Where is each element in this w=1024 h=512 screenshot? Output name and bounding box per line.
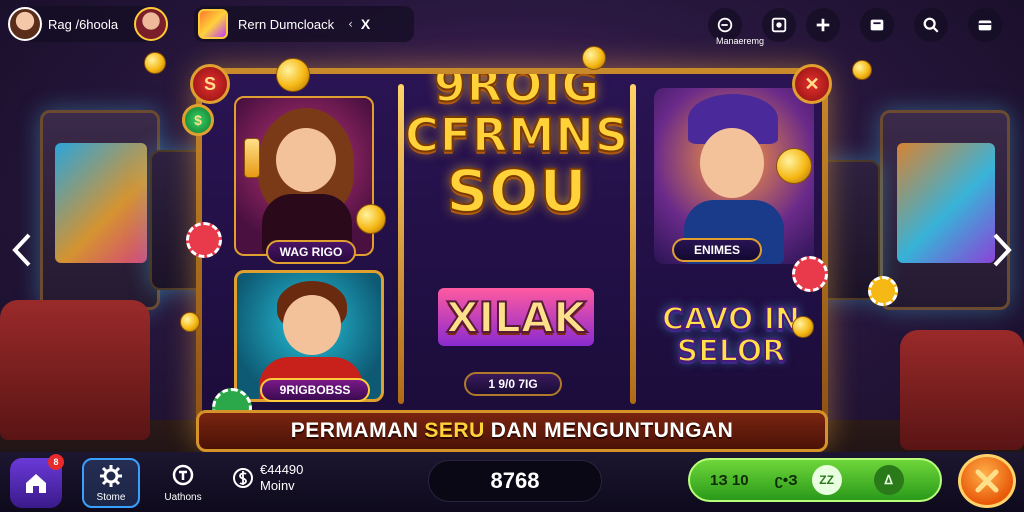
user-name: Rag /6hoola bbox=[48, 16, 119, 32]
home-icon bbox=[26, 474, 46, 493]
banner-text: DAN MENGUNTUNGAN bbox=[490, 419, 734, 442]
promo-banner: PERMAMAN SERU DAN MENGUNTUNGAN bbox=[196, 410, 828, 452]
bottom-nav-bar: 8 Stome Uathons €44490 Moinv 8768 1З 10 … bbox=[0, 452, 1024, 512]
score-display: 8768 bbox=[428, 460, 602, 502]
nav-label: Uathons bbox=[164, 492, 202, 503]
pill-knob-icon[interactable]: ZZ bbox=[811, 465, 842, 495]
room-thumbnail bbox=[198, 9, 228, 39]
room-title: Rern Dumcloack bbox=[238, 16, 335, 32]
banner-highlight: SERU bbox=[424, 419, 485, 442]
xilak-logo: XILAK bbox=[438, 288, 594, 346]
trophy-icon bbox=[172, 464, 194, 486]
share-icon[interactable]: ‹ bbox=[348, 17, 353, 31]
chair-left bbox=[0, 300, 150, 440]
coin-icon bbox=[776, 148, 812, 184]
coin-icon bbox=[180, 312, 200, 332]
logo-line: SELOR bbox=[676, 334, 787, 369]
nav-item-store[interactable]: Stome bbox=[82, 458, 140, 508]
top-bar: Rag /6hoola Rern Dumcloack ‹ X Manaeremg bbox=[0, 0, 1024, 48]
pill-value: ʗ•З bbox=[774, 471, 798, 489]
chair-right bbox=[900, 330, 1024, 450]
next-arrow-icon[interactable] bbox=[988, 230, 1016, 270]
wallet-icon[interactable] bbox=[968, 8, 1002, 42]
nav-item-uathons[interactable]: Uathons bbox=[154, 458, 212, 508]
game-card-label: ENIMES bbox=[672, 238, 762, 262]
arcade-machine-right bbox=[880, 110, 1010, 310]
close-icon bbox=[975, 469, 999, 493]
arcade-machine-left bbox=[40, 110, 160, 310]
board-panel: WAG RIGO 9RIGBOBSS 9ROIG CFRMNS SOU XILA… bbox=[202, 74, 822, 442]
add-icon[interactable] bbox=[806, 8, 840, 42]
notification-badge: 8 bbox=[48, 454, 64, 470]
game-card-label: WAG RIGO bbox=[266, 240, 356, 264]
pill-value: 1З 10 bbox=[710, 471, 749, 489]
title-line: CFRMNS bbox=[404, 108, 629, 162]
casino-chip-icon bbox=[792, 256, 828, 292]
game-card-cavo-in-selor[interactable]: CAVO IN SELOR bbox=[648, 286, 814, 406]
close-icon[interactable]: X bbox=[361, 16, 370, 32]
coin-icon bbox=[792, 316, 814, 338]
close-button[interactable] bbox=[958, 454, 1016, 508]
character-face bbox=[276, 128, 336, 192]
game-card-woman[interactable] bbox=[234, 96, 374, 256]
friend-avatar[interactable] bbox=[134, 7, 168, 41]
balance-amount: €44490 bbox=[260, 462, 304, 477]
previous-arrow-icon[interactable] bbox=[8, 230, 36, 270]
game-card-label: 9RIGBOBSS bbox=[260, 378, 370, 402]
gear-icon bbox=[100, 465, 122, 487]
emblem-right-icon: ✕ bbox=[792, 64, 832, 104]
banner-text: PERMAMAN bbox=[290, 419, 419, 442]
logo-line: CAVO IN bbox=[661, 302, 801, 337]
leaf-coin-icon: $ bbox=[182, 104, 214, 136]
nav-label: Stome bbox=[96, 492, 126, 503]
arcade-machine-right-far bbox=[820, 160, 880, 300]
balance-display[interactable]: €44490 Moinv bbox=[232, 462, 303, 494]
balance-label: Moinv bbox=[260, 478, 295, 493]
avatar[interactable] bbox=[8, 7, 42, 41]
play-toggle-pill[interactable]: 1З 10 ʗ•З ZZ ᐃ bbox=[688, 458, 942, 502]
search-icon[interactable] bbox=[914, 8, 948, 42]
coin-icon bbox=[356, 204, 386, 234]
user-profile-chip[interactable]: Rag /6hoola bbox=[8, 6, 168, 42]
dollar-icon bbox=[233, 468, 253, 488]
title-line: SOU bbox=[445, 157, 588, 225]
cavo-logo: CAVO IN SELOR bbox=[652, 302, 810, 369]
pill-knob-icon[interactable]: ᐃ bbox=[873, 465, 904, 495]
character-face bbox=[283, 295, 341, 355]
game-promo-board[interactable]: WAG RIGO 9RIGBOBSS 9ROIG CFRMNS SOU XILA… bbox=[182, 64, 832, 448]
game-title: 9ROIG CFRMNS SOU bbox=[402, 74, 632, 225]
title-line: 9ROIG bbox=[433, 74, 601, 112]
game-card-label: 1 9/0 7IG bbox=[464, 372, 562, 396]
room-chip[interactable]: Rern Dumcloack ‹ X bbox=[194, 6, 414, 42]
casino-chip-icon bbox=[868, 276, 898, 306]
photo-icon[interactable] bbox=[762, 8, 796, 42]
character-face bbox=[700, 128, 764, 198]
game-card-xilak[interactable]: XILAK bbox=[422, 262, 608, 390]
coin-icon bbox=[852, 60, 872, 80]
coin-icon bbox=[144, 52, 166, 74]
drink-glass bbox=[244, 138, 260, 178]
card-icon[interactable] bbox=[860, 8, 894, 42]
icon-caption: Manaeremg bbox=[715, 36, 765, 46]
emblem-left-icon: S bbox=[190, 64, 230, 104]
coin-icon bbox=[582, 46, 606, 70]
coin-icon bbox=[276, 58, 310, 92]
casino-chip-icon bbox=[186, 222, 222, 258]
